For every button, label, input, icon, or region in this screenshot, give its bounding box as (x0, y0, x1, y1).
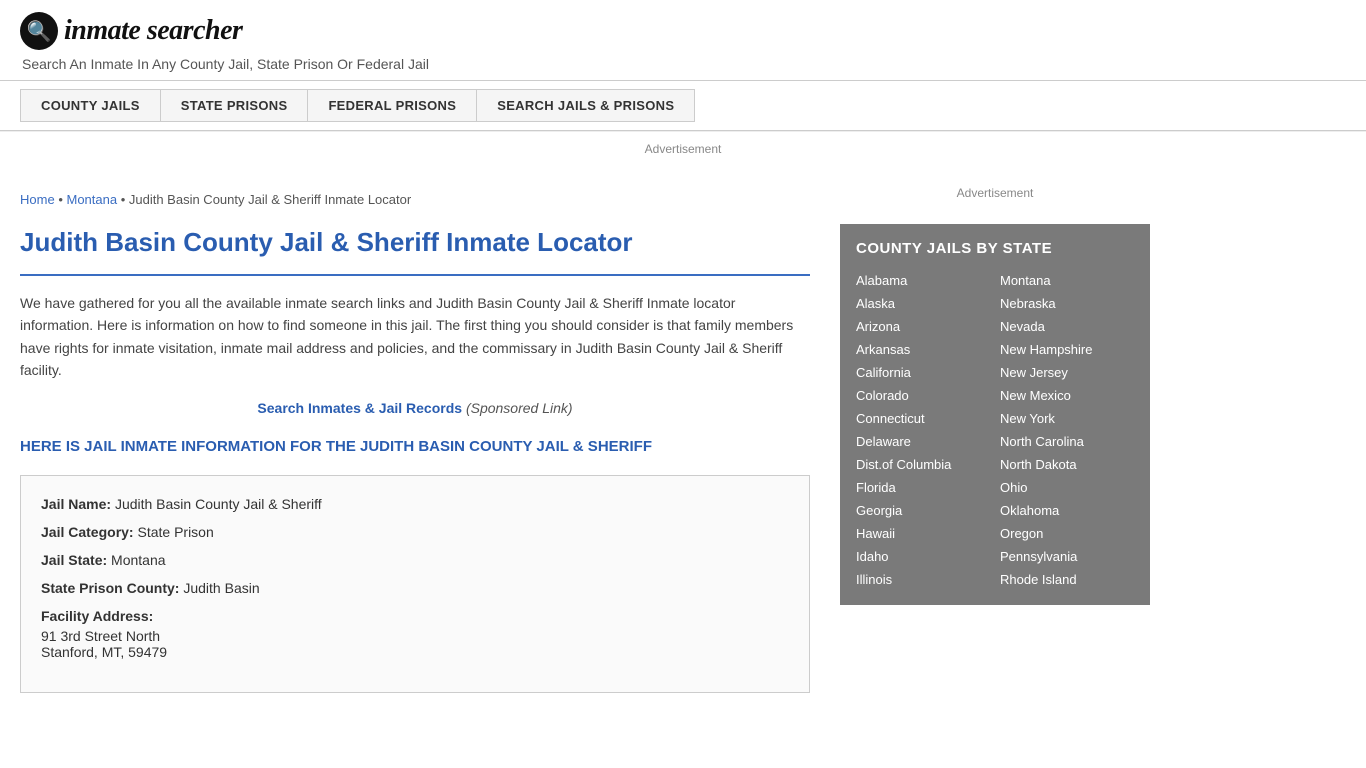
jail-county-label: State Prison County: (41, 580, 179, 596)
logo-text: inmate searcher (64, 15, 242, 47)
state-link-col1[interactable]: Delaware (856, 432, 990, 451)
state-link-col1[interactable]: Connecticut (856, 409, 990, 428)
state-link-col2[interactable]: New Jersey (1000, 363, 1134, 382)
jail-address-lines: 91 3rd Street North Stanford, MT, 59479 (41, 628, 789, 660)
nav-bar: COUNTY JAILS STATE PRISONS FEDERAL PRISO… (0, 80, 1366, 131)
state-link-col2[interactable]: Pennsylvania (1000, 547, 1134, 566)
jail-state-label: Jail State: (41, 552, 107, 568)
states-grid: Alabama Montana Alaska Nebraska Arizona Nevad… (856, 271, 1134, 589)
jail-county-value: Judith Basin (183, 580, 259, 596)
jail-name-label: Jail Name: (41, 496, 111, 512)
address-line2: Stanford, MT, 59479 (41, 644, 789, 660)
state-link-col1[interactable]: Alaska (856, 294, 990, 313)
logo-icon: 🔍 (20, 12, 58, 50)
breadcrumb: Home • Montana • Judith Basin County Jai… (20, 176, 810, 217)
logo-area: 🔍 inmate searcher (20, 12, 1346, 50)
jail-category-label: Jail Category: (41, 524, 134, 540)
state-link-col2[interactable]: New York (1000, 409, 1134, 428)
sidebar-ad: Advertisement (840, 176, 1150, 216)
state-link-col1[interactable]: Dist.of Columbia (856, 455, 990, 474)
jail-section-heading: HERE IS JAIL INMATE INFORMATION FOR THE … (20, 436, 810, 457)
jail-name-value: Judith Basin County Jail & Sheriff (115, 496, 322, 512)
page-title: Judith Basin County Jail & Sheriff Inmat… (20, 217, 810, 276)
logo-inmate: inmate (64, 15, 140, 46)
state-link-col1[interactable]: Florida (856, 478, 990, 497)
jail-address-label: Facility Address: (41, 608, 789, 624)
state-link-col1[interactable]: Hawaii (856, 524, 990, 543)
state-link-col2[interactable]: New Mexico (1000, 386, 1134, 405)
state-link-col2[interactable]: North Dakota (1000, 455, 1134, 474)
search-link-area: Search Inmates & Jail Records (Sponsored… (20, 400, 810, 416)
state-link-col2[interactable]: North Carolina (1000, 432, 1134, 451)
state-link-col2[interactable]: Oklahoma (1000, 501, 1134, 520)
header: 🔍 inmate searcher Search An Inmate In An… (0, 0, 1366, 80)
state-link-col1[interactable]: California (856, 363, 990, 382)
search-inmates-link[interactable]: Search Inmates & Jail Records (257, 400, 462, 416)
sponsored-label: (Sponsored Link) (466, 400, 573, 416)
tagline: Search An Inmate In Any County Jail, Sta… (22, 56, 1346, 72)
jail-name-row: Jail Name: Judith Basin County Jail & Sh… (41, 496, 789, 512)
nav-county-jails[interactable]: COUNTY JAILS (20, 89, 161, 122)
state-link-col1[interactable]: Georgia (856, 501, 990, 520)
main-content: Home • Montana • Judith Basin County Jai… (20, 176, 840, 693)
state-link-col2[interactable]: Rhode Island (1000, 570, 1134, 589)
sidebar: Advertisement COUNTY JAILS BY STATE Alab… (840, 176, 1150, 693)
jail-info-box: Jail Name: Judith Basin County Jail & Sh… (20, 475, 810, 693)
county-jails-box: COUNTY JAILS BY STATE Alabama Montana Alas… (840, 224, 1150, 605)
jail-state-value: Montana (111, 552, 165, 568)
jail-address-row: Facility Address: 91 3rd Street North St… (41, 608, 789, 660)
address-line1: 91 3rd Street North (41, 628, 789, 644)
state-link-col2[interactable]: New Hampshire (1000, 340, 1134, 359)
description: We have gathered for you all the availab… (20, 292, 810, 382)
county-jails-title: COUNTY JAILS BY STATE (856, 240, 1134, 257)
state-link-col1[interactable]: Arkansas (856, 340, 990, 359)
state-link-col1[interactable]: Idaho (856, 547, 990, 566)
jail-state-row: Jail State: Montana (41, 552, 789, 568)
state-link-col2[interactable]: Montana (1000, 271, 1134, 290)
jail-category-value: State Prison (137, 524, 213, 540)
state-link-col2[interactable]: Nebraska (1000, 294, 1134, 313)
logo-searcher: searcher (147, 15, 243, 46)
breadcrumb-state[interactable]: Montana (66, 192, 117, 207)
nav-search-jails[interactable]: SEARCH JAILS & PRISONS (476, 89, 695, 122)
content-wrapper: Home • Montana • Judith Basin County Jai… (0, 176, 1366, 693)
state-link-col2[interactable]: Ohio (1000, 478, 1134, 497)
jail-county-row: State Prison County: Judith Basin (41, 580, 789, 596)
state-link-col2[interactable]: Nevada (1000, 317, 1134, 336)
breadcrumb-current: Judith Basin County Jail & Sheriff Inmat… (129, 192, 411, 207)
state-link-col1[interactable]: Colorado (856, 386, 990, 405)
nav-federal-prisons[interactable]: FEDERAL PRISONS (307, 89, 477, 122)
state-link-col1[interactable]: Illinois (856, 570, 990, 589)
breadcrumb-home[interactable]: Home (20, 192, 55, 207)
state-link-col2[interactable]: Oregon (1000, 524, 1134, 543)
state-link-col1[interactable]: Alabama (856, 271, 990, 290)
ad-banner-top: Advertisement (0, 131, 1366, 166)
jail-category-row: Jail Category: State Prison (41, 524, 789, 540)
state-link-col1[interactable]: Arizona (856, 317, 990, 336)
nav-state-prisons[interactable]: STATE PRISONS (160, 89, 309, 122)
